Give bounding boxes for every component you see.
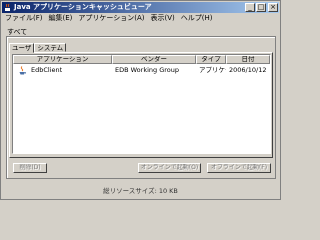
cell-type: アプリケーシ... xyxy=(199,66,226,74)
tab-system[interactable]: システム xyxy=(34,43,67,52)
minimize-button[interactable]: _ xyxy=(245,3,255,12)
tab-strip: ユーザ システム xyxy=(9,43,67,53)
java-cup-icon xyxy=(4,3,12,12)
total-resource-size: 総リソースサイズ: 10 KB xyxy=(103,187,178,195)
delete-button[interactable]: 削除(D) xyxy=(13,163,47,173)
menu-bar: ファイル(F) 編集(E) アプリケーション(A) 表示(V) ヘルプ(H) xyxy=(2,13,279,23)
column-header-application[interactable]: アプリケーション xyxy=(13,55,112,64)
window-title: Java アプリケーションキャッシュビューア xyxy=(14,3,152,11)
table-header: アプリケーション ベンダー タイプ 日付 xyxy=(13,55,270,64)
menu-help[interactable]: ヘルプ(H) xyxy=(178,13,216,23)
launch-online-button[interactable]: オンラインで起動(O) xyxy=(138,163,201,173)
menu-edit[interactable]: 編集(E) xyxy=(46,13,76,23)
column-header-vendor[interactable]: ベンダー xyxy=(112,55,196,64)
menu-application[interactable]: アプリケーション(A) xyxy=(75,13,147,23)
menu-view[interactable]: 表示(V) xyxy=(148,13,178,23)
menu-file[interactable]: ファイル(F) xyxy=(2,13,46,23)
table-row[interactable]: EdbClient EDB Working Group アプリケーシ... 20… xyxy=(13,64,270,76)
tab-user[interactable]: ユーザ xyxy=(9,43,35,53)
cache-table: アプリケーション ベンダー タイプ 日付 EdbClient EDB Worki… xyxy=(12,54,271,154)
cell-application-text: EdbClient xyxy=(31,66,63,74)
java-app-icon xyxy=(18,65,27,75)
cell-vendor: EDB Working Group xyxy=(115,66,180,74)
cell-date: 2006/10/12 xyxy=(229,66,267,74)
app-window: Java アプリケーションキャッシュビューア _ □ × ファイル(F) 編集(… xyxy=(0,0,281,200)
close-button[interactable]: × xyxy=(268,3,278,12)
cell-application: EdbClient xyxy=(13,64,112,76)
column-header-type[interactable]: タイプ xyxy=(196,55,226,64)
maximize-button[interactable]: □ xyxy=(256,3,266,12)
status-bar: 総リソースサイズ: 10 KB xyxy=(4,183,277,197)
launch-offline-button[interactable]: オフラインで起動(F) xyxy=(207,163,271,173)
column-header-date[interactable]: 日付 xyxy=(226,55,270,64)
title-bar[interactable]: Java アプリケーションキャッシュビューア _ □ × xyxy=(2,2,279,13)
